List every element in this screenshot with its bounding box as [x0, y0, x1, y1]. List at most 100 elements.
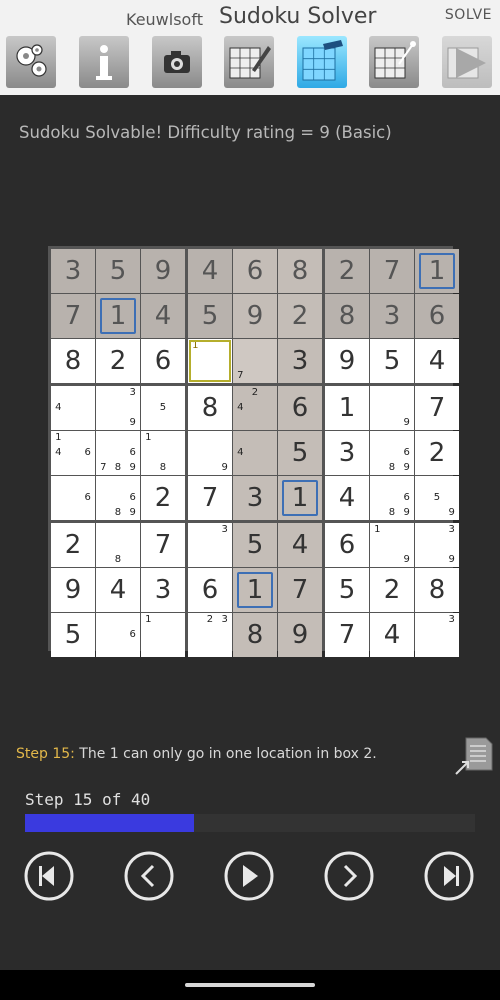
sudoku-cell[interactable]: 8 [415, 568, 459, 612]
cell-value: 5 [291, 438, 309, 468]
sudoku-cell[interactable]: 9 [278, 613, 322, 657]
sudoku-cell[interactable]: 4 [415, 339, 459, 383]
sudoku-cell[interactable]: 4 [141, 294, 185, 338]
sudoku-cell[interactable]: 7 [233, 339, 277, 383]
sudoku-cell[interactable]: 4 [278, 523, 322, 567]
play-steps-button[interactable] [223, 850, 275, 902]
sudoku-cell[interactable]: 19 [370, 523, 414, 567]
sudoku-cell[interactable]: 1 [141, 613, 185, 657]
sudoku-cell[interactable]: 9 [370, 386, 414, 430]
sudoku-cell[interactable]: 5 [51, 613, 95, 657]
home-indicator[interactable] [185, 983, 315, 987]
sudoku-cell[interactable]: 8 [188, 386, 232, 430]
sudoku-cell[interactable]: 3 [370, 294, 414, 338]
sudoku-cell[interactable]: 4 [325, 476, 369, 520]
sudoku-cell[interactable]: 7 [325, 613, 369, 657]
prev-step-button[interactable] [123, 850, 175, 902]
sudoku-cell[interactable]: 7 [415, 386, 459, 430]
sudoku-cell[interactable]: 8 [233, 613, 277, 657]
notes-button[interactable] [454, 736, 494, 780]
sudoku-cell[interactable]: 1 [96, 294, 140, 338]
sudoku-cell[interactable]: 9 [141, 249, 185, 293]
sudoku-cell[interactable]: 6 [278, 386, 322, 430]
sudoku-cell[interactable]: 2 [370, 568, 414, 612]
sudoku-cell[interactable]: 5 [96, 249, 140, 293]
sudoku-cell[interactable]: 7 [278, 568, 322, 612]
sudoku-cell[interactable]: 8 [96, 523, 140, 567]
sudoku-cell[interactable]: 6 [96, 613, 140, 657]
sudoku-cell[interactable]: 23 [188, 613, 232, 657]
sudoku-cell[interactable]: 9 [51, 568, 95, 612]
sudoku-cell[interactable]: 5 [188, 294, 232, 338]
edit-grid-button[interactable] [224, 36, 274, 88]
sudoku-cell[interactable]: 2 [415, 431, 459, 475]
sudoku-cell[interactable]: 1 [278, 476, 322, 520]
sudoku-cell[interactable]: 7 [51, 294, 95, 338]
sudoku-cell[interactable]: 18 [141, 431, 185, 475]
sudoku-cell[interactable]: 2 [96, 339, 140, 383]
play-button[interactable] [442, 36, 492, 88]
sudoku-cell[interactable]: 6 [51, 476, 95, 520]
sudoku-cell[interactable]: 39 [96, 386, 140, 430]
sudoku-cell[interactable]: 5 [325, 568, 369, 612]
sudoku-cell[interactable]: 3 [188, 523, 232, 567]
sudoku-cell[interactable]: 6 [188, 568, 232, 612]
camera-button[interactable] [152, 36, 202, 88]
sudoku-cell[interactable]: 4 [96, 568, 140, 612]
sudoku-cell[interactable]: 1 [325, 386, 369, 430]
sudoku-cell[interactable]: 8 [278, 249, 322, 293]
sudoku-cell[interactable]: 1 [188, 339, 232, 383]
sudoku-cell[interactable]: 4 [370, 613, 414, 657]
candidate-mark: 6 [129, 491, 136, 503]
sudoku-cell[interactable]: 3 [278, 339, 322, 383]
sudoku-cell[interactable]: 2 [51, 523, 95, 567]
sudoku-cell[interactable]: 1 4 6 [51, 431, 95, 475]
sudoku-cell[interactable]: 4 [51, 386, 95, 430]
sudoku-cell[interactable]: 5 [278, 431, 322, 475]
sudoku-cell[interactable]: 9 [188, 431, 232, 475]
sudoku-cell[interactable]: 689 [96, 476, 140, 520]
first-step-button[interactable] [23, 850, 75, 902]
candidate-mark: 7 [237, 369, 244, 381]
sudoku-cell[interactable]: 3 [141, 568, 185, 612]
sudoku-cell[interactable]: 5 [141, 386, 185, 430]
sudoku-cell[interactable]: 9 [233, 294, 277, 338]
sudoku-cell[interactable]: 689 [370, 476, 414, 520]
settings-button[interactable] [6, 36, 56, 88]
sudoku-cell[interactable]: 1 [233, 568, 277, 612]
last-step-button[interactable] [423, 850, 475, 902]
sudoku-cell[interactable]: 7 [370, 249, 414, 293]
sudoku-cell[interactable]: 5 [370, 339, 414, 383]
sudoku-cell[interactable]: 3 [233, 476, 277, 520]
sudoku-cell[interactable]: 8 [51, 339, 95, 383]
next-step-button[interactable] [323, 850, 375, 902]
sudoku-cell[interactable]: 9 [325, 339, 369, 383]
sudoku-cell[interactable]: 689 [370, 431, 414, 475]
step-progress-bar [25, 814, 475, 832]
sudoku-cell[interactable]: 2 [325, 249, 369, 293]
sudoku-cell[interactable]: 59 [415, 476, 459, 520]
sudoku-cell[interactable]: 3 [415, 613, 459, 657]
solve-grid-button[interactable] [297, 36, 347, 88]
clear-grid-button[interactable] [369, 36, 419, 88]
sudoku-cell[interactable]: 8 [325, 294, 369, 338]
info-button[interactable] [79, 36, 129, 88]
sudoku-cell[interactable]: 6 [233, 249, 277, 293]
sudoku-cell[interactable]: 2 [141, 476, 185, 520]
cell-value: 2 [428, 438, 446, 468]
sudoku-cell[interactable]: 1 [415, 249, 459, 293]
sudoku-cell[interactable]: 3 [51, 249, 95, 293]
sudoku-cell[interactable]: 24 [233, 386, 277, 430]
sudoku-cell[interactable]: 39 [415, 523, 459, 567]
sudoku-cell[interactable]: 6 [325, 523, 369, 567]
sudoku-cell[interactable]: 4 [188, 249, 232, 293]
sudoku-cell[interactable]: 2 [278, 294, 322, 338]
sudoku-cell[interactable]: 6 789 [96, 431, 140, 475]
sudoku-cell[interactable]: 7 [141, 523, 185, 567]
sudoku-cell[interactable]: 5 [233, 523, 277, 567]
sudoku-cell[interactable]: 3 [325, 431, 369, 475]
sudoku-cell[interactable]: 4 [233, 431, 277, 475]
sudoku-cell[interactable]: 6 [415, 294, 459, 338]
sudoku-cell[interactable]: 7 [188, 476, 232, 520]
sudoku-cell[interactable]: 6 [141, 339, 185, 383]
